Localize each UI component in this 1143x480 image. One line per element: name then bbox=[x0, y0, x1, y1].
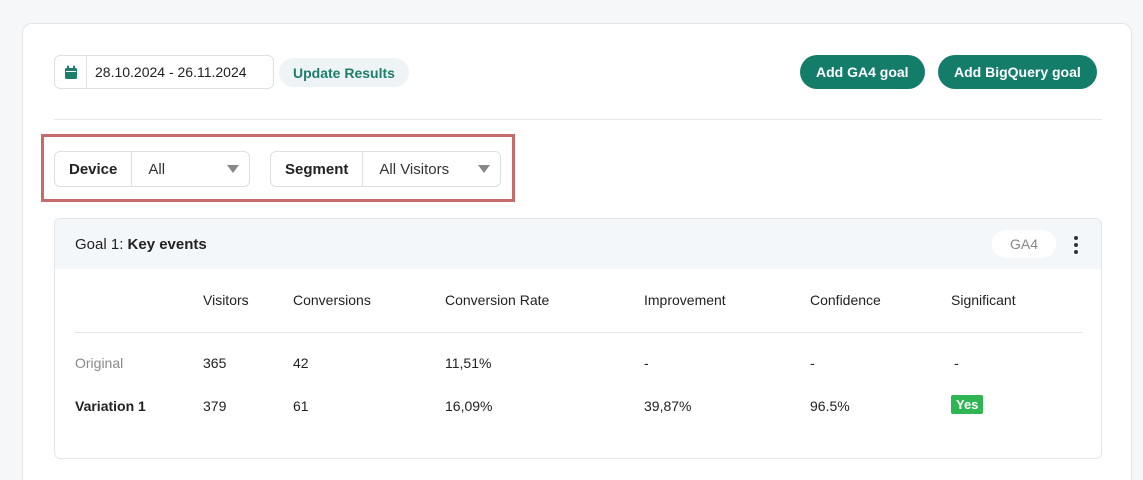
cell-improvement: 39,87% bbox=[644, 398, 692, 414]
segment-filter-select[interactable]: All Visitors bbox=[363, 152, 500, 186]
cell-conversion-rate: 11,51% bbox=[445, 355, 492, 371]
cell-significant: - bbox=[954, 355, 959, 371]
cell-confidence: 96.5% bbox=[810, 398, 850, 414]
chevron-down-icon bbox=[227, 165, 239, 173]
row-label: Variation 1 bbox=[75, 398, 146, 414]
cell-visitors: 379 bbox=[203, 398, 227, 414]
cell-conversions: 61 bbox=[293, 398, 309, 414]
segment-filter-label: Segment bbox=[271, 152, 364, 186]
goal-header: Goal 1: Key events GA4 bbox=[55, 219, 1101, 269]
calendar-icon[interactable] bbox=[55, 56, 87, 88]
toolbar-divider bbox=[54, 119, 1102, 120]
cell-conversions: 42 bbox=[293, 355, 309, 371]
results-table: Visitors Conversions Conversion Rate Imp… bbox=[55, 269, 1101, 458]
goal-source-badge: GA4 bbox=[992, 230, 1056, 258]
header-significant: Significant bbox=[951, 292, 1016, 308]
chevron-down-icon bbox=[478, 165, 490, 173]
device-filter-label: Device bbox=[55, 152, 133, 186]
goal-title: Goal 1: Key events bbox=[75, 236, 207, 253]
cell-confidence: - bbox=[810, 355, 815, 371]
update-results-button[interactable]: Update Results bbox=[279, 58, 409, 87]
date-range-text[interactable]: 28.10.2024 - 26.11.2024 bbox=[87, 64, 247, 80]
header-conversion-rate: Conversion Rate bbox=[445, 292, 550, 308]
more-options-icon[interactable] bbox=[1073, 236, 1079, 254]
device-filter-value: All bbox=[148, 160, 166, 178]
header-conversions: Conversions bbox=[293, 292, 371, 308]
device-filter[interactable]: Device All bbox=[54, 151, 250, 187]
goal-prefix: Goal 1: bbox=[75, 235, 128, 253]
cell-conversion-rate: 16,09% bbox=[445, 398, 493, 414]
add-bigquery-goal-button[interactable]: Add BigQuery goal bbox=[938, 55, 1097, 89]
header-confidence: Confidence bbox=[810, 292, 881, 308]
add-ga4-goal-button[interactable]: Add GA4 goal bbox=[800, 55, 925, 89]
cell-improvement: - bbox=[644, 355, 649, 371]
header-improvement: Improvement bbox=[644, 292, 726, 308]
device-filter-select[interactable]: All bbox=[132, 152, 249, 186]
results-panel: 28.10.2024 - 26.11.2024 Update Results A… bbox=[22, 23, 1132, 480]
segment-filter[interactable]: Segment All Visitors bbox=[270, 151, 501, 187]
row-label: Original bbox=[75, 355, 124, 371]
header-visitors: Visitors bbox=[203, 292, 249, 308]
goal-name: Key events bbox=[127, 235, 207, 253]
significant-yes-badge: Yes bbox=[951, 395, 984, 414]
goal-card: Goal 1: Key events GA4 Visitors Conversi… bbox=[54, 218, 1102, 459]
cell-visitors: 365 bbox=[203, 355, 227, 371]
segment-filter-value: All Visitors bbox=[379, 160, 450, 178]
date-range-picker[interactable]: 28.10.2024 - 26.11.2024 bbox=[54, 55, 274, 89]
table-header-divider bbox=[75, 332, 1082, 333]
